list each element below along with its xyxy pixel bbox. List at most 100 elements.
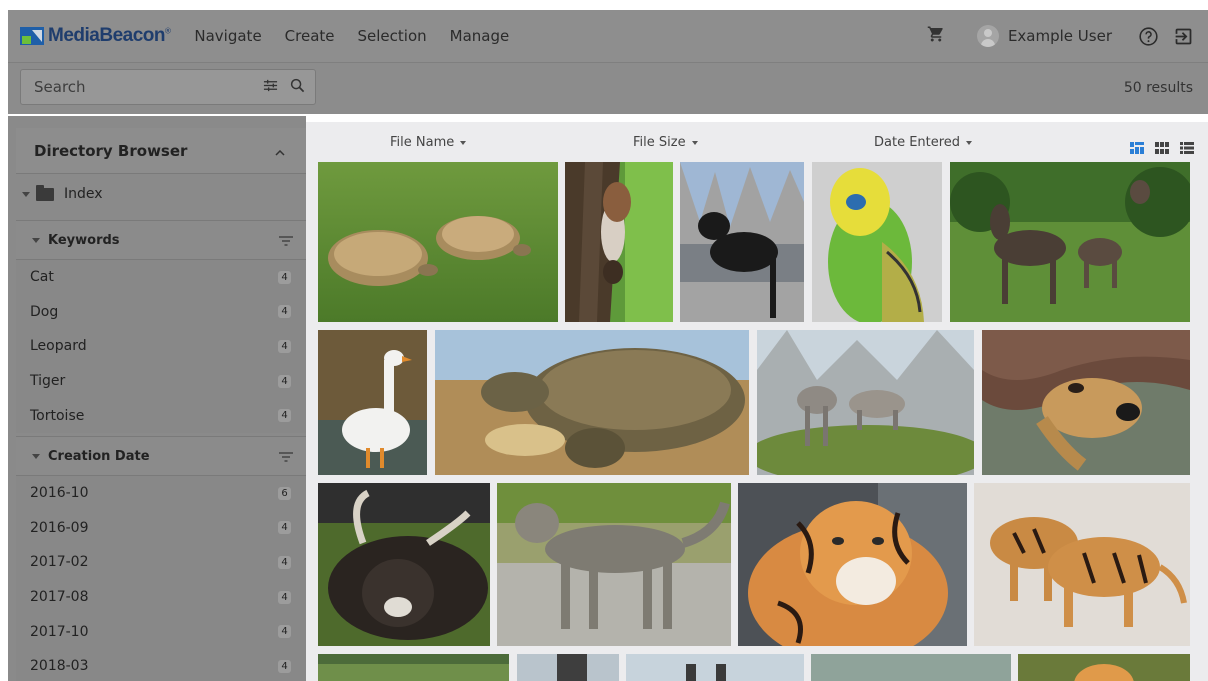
thumbnail-partial-5[interactable] — [1018, 654, 1190, 681]
facet-item-date[interactable]: 2018-03 4 — [16, 649, 307, 681]
top-navigation-bar: MediaBeacon ® Navigate Create Selection M… — [8, 10, 1208, 62]
count-badge: 4 — [278, 625, 291, 639]
thumbnail-green-budgie[interactable] — [812, 162, 942, 322]
facet-item-date[interactable]: 2017-02 4 — [16, 545, 307, 580]
count-badge: 4 — [278, 270, 291, 284]
thumbnail-partial-4[interactable] — [811, 654, 1011, 681]
collapse-caret-icon[interactable] — [32, 237, 40, 243]
count-badge: 4 — [278, 521, 291, 535]
nav-create[interactable]: Create — [285, 27, 335, 45]
filter-sliders-icon[interactable] — [263, 78, 278, 97]
thumbnail-black-cat-on-fence[interactable] — [680, 162, 804, 322]
logo-mark-icon — [20, 27, 44, 45]
creation-date-facet: Creation Date 2016-10 6 2016-09 4 2017-02 4… — [16, 436, 307, 681]
user-name: Example User — [1007, 27, 1112, 45]
search-input[interactable] — [21, 78, 263, 96]
logout-icon[interactable] — [1173, 26, 1194, 47]
count-badge: 4 — [278, 409, 291, 423]
sort-label: File Name — [390, 135, 455, 150]
count-badge: 6 — [278, 486, 291, 500]
facet-item-tiger[interactable]: Tiger 4 — [16, 364, 307, 399]
collapse-caret-icon[interactable] — [32, 453, 40, 459]
thumbnail-partial-3[interactable] — [626, 654, 804, 681]
thumbnail-tigers-in-snow[interactable] — [974, 483, 1190, 646]
facet-label: Dog — [30, 303, 59, 320]
results-panel: File Name File Size Date Entered — [306, 122, 1208, 681]
results-count: 50 results — [1123, 80, 1193, 96]
facet-item-date[interactable]: 2017-10 4 — [16, 614, 307, 649]
filter-icon[interactable] — [279, 447, 293, 466]
count-badge: 4 — [278, 590, 291, 604]
sort-file-name[interactable]: File Name — [390, 135, 467, 150]
facet-label: 2017-02 — [30, 554, 89, 571]
facet-label: 2017-08 — [30, 589, 89, 606]
facet-item-date[interactable]: 2016-10 6 — [16, 476, 307, 511]
index-label: Index — [64, 186, 103, 202]
thumbnail-squirrel-on-tree[interactable] — [565, 162, 673, 322]
count-badge: 4 — [278, 374, 291, 388]
thumbnail-partial-1[interactable] — [318, 654, 509, 681]
sort-bar: File Name File Size Date Entered — [306, 122, 1208, 162]
sort-label: File Size — [633, 135, 686, 150]
sort-label: Date Entered — [874, 135, 961, 150]
directory-browser-title: Directory Browser — [34, 141, 188, 160]
filter-icon[interactable] — [279, 231, 293, 250]
creation-date-title: Creation Date — [48, 448, 150, 464]
facet-item-date[interactable]: 2017-08 4 — [16, 580, 307, 615]
expand-caret-icon[interactable] — [22, 191, 30, 197]
facet-label: 2018-03 — [30, 658, 89, 675]
nav-selection[interactable]: Selection — [358, 27, 427, 45]
caret-down-icon — [691, 140, 698, 145]
thumbnail-partial-2[interactable] — [517, 654, 619, 681]
chevron-up-icon[interactable] — [275, 141, 285, 160]
thumbnail-wolves-on-rock[interactable] — [757, 330, 974, 475]
thumbnail-tortoises-on-grass[interactable] — [318, 162, 558, 322]
search-toolbar: 50 results — [8, 62, 1208, 114]
keywords-facet-header[interactable]: Keywords — [16, 220, 307, 260]
facet-item-cat[interactable]: Cat 4 — [16, 260, 307, 295]
thumbnail-moose-family[interactable] — [950, 162, 1190, 322]
logo-text: MediaBeacon — [48, 25, 165, 46]
folder-icon — [36, 184, 54, 201]
facet-item-leopard[interactable]: Leopard 4 — [16, 329, 307, 364]
cart-icon[interactable] — [927, 25, 945, 47]
count-badge: 4 — [278, 339, 291, 353]
caret-down-icon — [966, 140, 973, 145]
facet-label: 2016-09 — [30, 519, 89, 536]
facet-label: Cat — [30, 269, 54, 286]
search-box — [20, 69, 316, 105]
count-badge: 4 — [278, 305, 291, 319]
nav-manage[interactable]: Manage — [450, 27, 510, 45]
avatar-icon — [976, 25, 999, 47]
sidebar: Directory Browser Index Keywords Cat 4 Do… — [8, 116, 307, 681]
facet-item-tortoise[interactable]: Tortoise 4 — [16, 398, 307, 433]
caret-down-icon — [460, 140, 467, 145]
nav-navigate[interactable]: Navigate — [194, 27, 261, 45]
directory-index-row[interactable]: Index — [16, 174, 307, 214]
sort-date-entered[interactable]: Date Entered — [874, 135, 973, 150]
user-menu[interactable]: Example User — [976, 25, 1112, 47]
facet-label: 2016-10 — [30, 485, 89, 502]
mediabeacon-logo[interactable]: MediaBeacon ® — [20, 25, 171, 47]
thumbnail-white-goose[interactable] — [318, 330, 427, 475]
list-view-icon[interactable] — [1180, 139, 1194, 158]
thumbnail-giant-tortoise[interactable] — [435, 330, 749, 475]
count-badge: 4 — [278, 659, 291, 673]
search-icon[interactable] — [290, 78, 305, 97]
facet-item-dog[interactable]: Dog 4 — [16, 295, 307, 330]
thumbnail-yak-lying[interactable] — [318, 483, 490, 646]
directory-browser-header[interactable]: Directory Browser — [16, 128, 307, 174]
creation-date-facet-header[interactable]: Creation Date — [16, 436, 307, 476]
thumbnail-tiger-portrait[interactable] — [738, 483, 967, 646]
count-badge: 4 — [278, 555, 291, 569]
help-icon[interactable] — [1138, 26, 1159, 47]
masonry-view-icon[interactable] — [1130, 139, 1144, 158]
facet-label: Tiger — [30, 373, 66, 390]
thumbnail-tabby-cat[interactable] — [497, 483, 731, 646]
keywords-title: Keywords — [48, 232, 120, 248]
facet-label: Tortoise — [30, 407, 85, 424]
grid-view-icon[interactable] — [1155, 139, 1169, 158]
sort-file-size[interactable]: File Size — [633, 135, 698, 150]
facet-item-date[interactable]: 2016-09 4 — [16, 511, 307, 546]
thumbnail-dog-under-blanket[interactable] — [982, 330, 1190, 475]
